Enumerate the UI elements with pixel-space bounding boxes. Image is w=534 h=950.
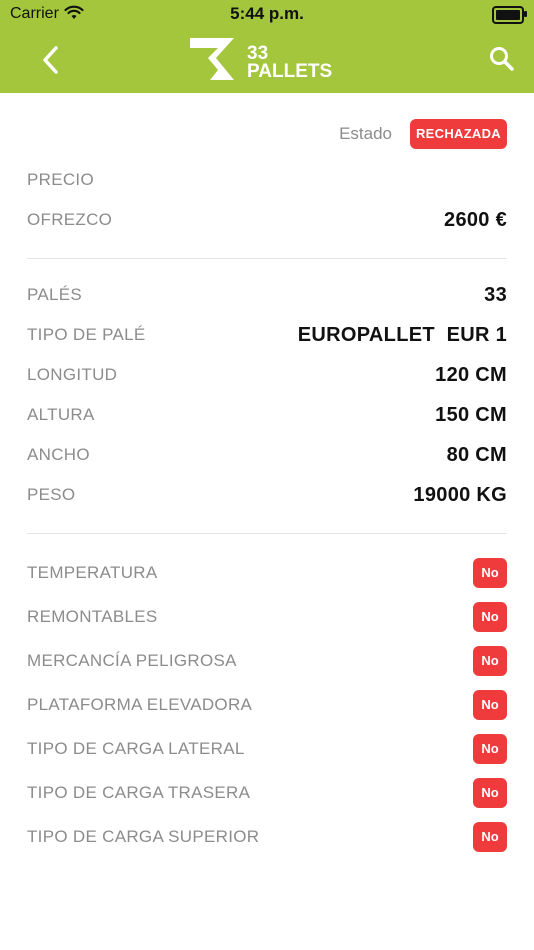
feature-label: MERCANCÍA PELIGROSA: [27, 651, 237, 670]
no-badge: No: [473, 778, 507, 808]
status-bar: Carrier 5:44 p.m.: [0, 0, 534, 28]
no-badge: No: [473, 646, 507, 676]
feature-label: REMONTABLES: [27, 607, 158, 626]
no-badge: No: [473, 822, 507, 852]
back-button[interactable]: [36, 42, 66, 78]
feature-row-carga-superior: TIPO DE CARGA SUPERIOR No: [27, 822, 507, 852]
app-header: Carrier 5:44 p.m. 33 PALLETS: [0, 0, 534, 93]
spec-row-longitud: LONGITUD 120 CM: [27, 360, 507, 390]
feature-row-temperatura: TEMPERATURA No: [27, 558, 507, 588]
spec-label: PESO: [27, 485, 76, 504]
feature-label: TIPO DE CARGA TRASERA: [27, 783, 251, 802]
spec-row-peso: PESO 19000 KG: [27, 480, 507, 510]
spec-value: 120 CM: [435, 364, 507, 386]
search-button[interactable]: [487, 44, 517, 74]
spec-row-altura: ALTURA 150 CM: [27, 400, 507, 430]
feature-row-mercancia-peligrosa: MERCANCÍA PELIGROSA No: [27, 646, 507, 676]
spec-value: EUROPALLET EUR 1: [297, 324, 507, 346]
spec-value: 33: [484, 284, 507, 306]
clock: 5:44 p.m.: [230, 4, 304, 23]
precio-label: PRECIO: [27, 170, 94, 189]
logo-mark-icon: [190, 38, 234, 80]
spec-value: 80 CM: [446, 444, 507, 466]
spec-label: PALÉS: [27, 285, 83, 304]
spec-row-pales: PALÉS 33: [27, 280, 507, 310]
feature-label: TIPO DE CARGA LATERAL: [27, 739, 245, 758]
ofrezco-row: OFREZCO 2600 €: [27, 205, 507, 235]
feature-label: PLATAFORMA ELEVADORA: [27, 695, 253, 714]
ofrezco-label: OFREZCO: [27, 210, 113, 229]
spec-row-tipo-pale: TIPO DE PALÉ EUROPALLET EUR 1: [27, 320, 507, 350]
battery-icon: [492, 6, 527, 24]
no-badge: No: [473, 602, 507, 632]
precio-row: PRECIO: [27, 165, 507, 195]
spec-label: ALTURA: [27, 405, 95, 424]
no-badge: No: [473, 734, 507, 764]
brand-logo: 33 PALLETS: [188, 36, 338, 86]
estado-label: Estado: [339, 124, 392, 143]
spec-label: LONGITUD: [27, 365, 118, 384]
spec-row-ancho: ANCHO 80 CM: [27, 440, 507, 470]
feature-row-remontables: REMONTABLES No: [27, 602, 507, 632]
divider: [27, 258, 507, 259]
divider: [27, 533, 507, 534]
spec-label: TIPO DE PALÉ: [27, 325, 146, 344]
status-badge: RECHAZADA: [409, 119, 507, 149]
feature-label: TIPO DE CARGA SUPERIOR: [27, 827, 260, 846]
feature-label: TEMPERATURA: [27, 563, 158, 582]
logo-text: 33 PALLETS: [247, 43, 333, 82]
feature-row-carga-lateral: TIPO DE CARGA LATERAL No: [27, 734, 507, 764]
feature-row-plataforma-elevadora: PLATAFORMA ELEVADORA No: [27, 690, 507, 720]
no-badge: No: [473, 690, 507, 720]
feature-row-carga-trasera: TIPO DE CARGA TRASERA No: [27, 778, 507, 808]
ofrezco-value: 2600 €: [444, 209, 507, 231]
no-badge: No: [473, 558, 507, 588]
chevron-left-icon: [43, 46, 58, 74]
spec-label: ANCHO: [27, 445, 90, 464]
spec-value: 19000 KG: [413, 484, 507, 506]
spec-value: 150 CM: [435, 404, 507, 426]
search-icon: [490, 47, 514, 71]
